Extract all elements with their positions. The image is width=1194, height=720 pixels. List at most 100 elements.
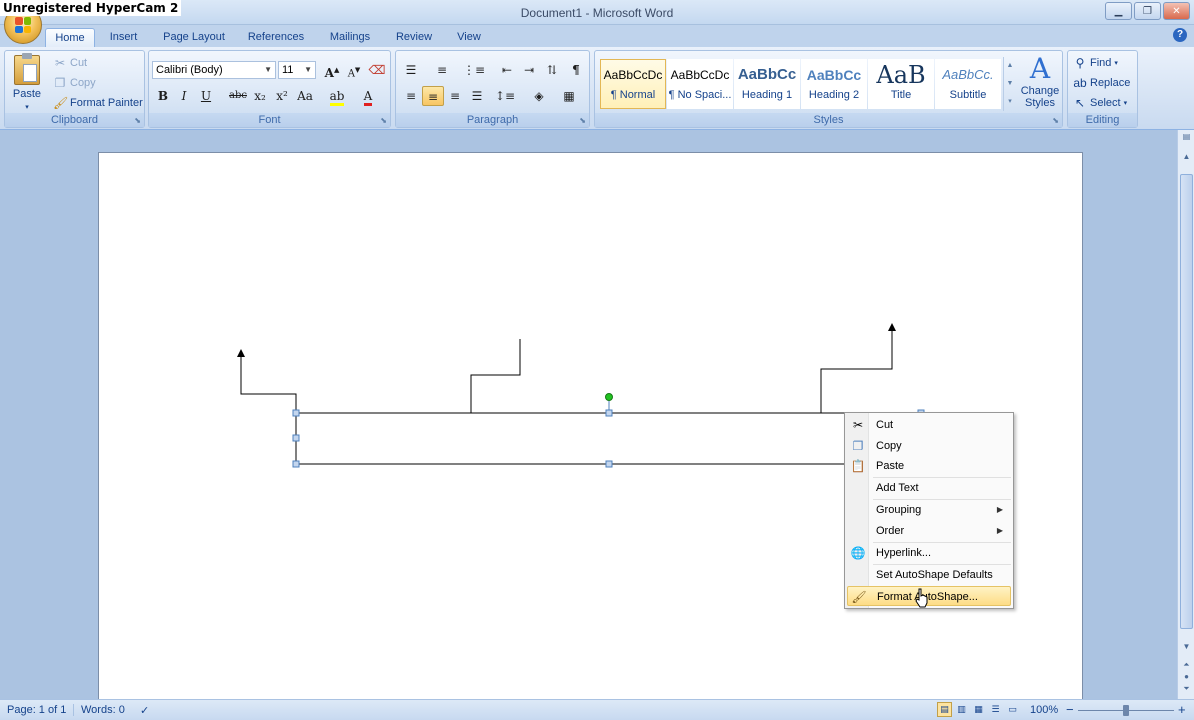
sort-button[interactable]: ⇅ [541, 60, 563, 80]
borders-button[interactable]: ▦ [558, 86, 580, 106]
line-spacing-button[interactable]: ↕≡ [494, 86, 516, 106]
bold-button[interactable]: B [152, 86, 174, 106]
increase-indent-button[interactable]: ⇥ [518, 60, 540, 80]
tab-page-layout[interactable]: Page Layout [157, 28, 231, 47]
menu-item-grouping[interactable]: Grouping ▶ [847, 500, 1011, 520]
style-preview: AaBbCc [737, 66, 797, 83]
web-layout-icon[interactable]: ▦ [971, 702, 986, 717]
grow-font-button[interactable]: A▲ [321, 60, 343, 80]
style-no-spacing[interactable]: AaBbCcDc ¶ No Spaci... [667, 59, 733, 109]
style-normal[interactable]: AaBbCcDc ¶ Normal [600, 59, 666, 109]
dialog-launcher-icon[interactable]: ⬊ [134, 116, 141, 125]
paste-button[interactable]: Paste ▾ [11, 53, 43, 111]
font-color-button[interactable]: A [357, 86, 379, 106]
menu-item-copy[interactable]: ❐ Copy [847, 436, 1011, 456]
tab-view[interactable]: View [449, 28, 489, 47]
resize-handle-top[interactable] [605, 409, 613, 417]
decrease-indent-button[interactable]: ⇤ [496, 60, 518, 80]
change-styles-button[interactable]: A Change Styles [1019, 53, 1061, 110]
clear-formatting-button[interactable]: ⌫ [366, 60, 388, 80]
align-right-button[interactable]: ≡ [444, 86, 466, 106]
font-family-select[interactable]: Calibri (Body) ▼ [152, 61, 276, 79]
menu-item-hyperlink[interactable]: 🌐 Hyperlink... [847, 543, 1011, 563]
rotate-handle[interactable] [605, 393, 613, 401]
previous-page-icon[interactable]: ⏶ [1181, 660, 1192, 670]
show-marks-button[interactable]: ¶ [565, 60, 587, 80]
styles-group-label: Styles [595, 113, 1062, 127]
scroll-up-icon[interactable]: ▲ [1181, 152, 1192, 161]
word-count[interactable]: Words: 0 [73, 704, 125, 716]
zoom-slider-knob[interactable] [1123, 705, 1129, 716]
dialog-launcher-icon[interactable]: ⬊ [380, 116, 387, 125]
align-left-button[interactable]: ≡ [400, 86, 422, 106]
menu-item-paste[interactable]: 📋 Paste [847, 456, 1011, 476]
style-subtitle[interactable]: AaBbCc. Subtitle [935, 59, 1001, 109]
menu-item-order[interactable]: Order ▶ [847, 521, 1011, 541]
page-count[interactable]: Page: 1 of 1 [7, 704, 66, 716]
select-button[interactable]: ↖ Select ▾ [1073, 96, 1127, 110]
rectangle-autoshape[interactable] [295, 412, 852, 465]
multilevel-list-button[interactable]: ⋮≡ [463, 60, 485, 80]
ruler-toggle-icon[interactable]: ▤ [1181, 132, 1192, 141]
vertical-scrollbar[interactable]: ▤ ▲ ▼ ⏶ ● ⏷ [1177, 130, 1194, 699]
menu-item-cut[interactable]: ✂ Cut [847, 415, 1011, 435]
bullets-button[interactable]: ☰ [400, 60, 422, 80]
tab-references[interactable]: References [241, 28, 311, 47]
menu-item-add-text[interactable]: Add Text [847, 478, 1011, 498]
print-layout-icon[interactable]: ▤ [937, 702, 952, 717]
find-button[interactable]: ⚲ Find ▾ [1073, 56, 1118, 70]
font-family-value: Calibri (Body) [156, 64, 223, 76]
help-button[interactable]: ? [1173, 28, 1187, 42]
change-case-button[interactable]: Aa [294, 86, 316, 106]
shrink-font-button[interactable]: A▼ [343, 60, 365, 80]
tab-review[interactable]: Review [389, 28, 439, 47]
scroll-thumb[interactable] [1180, 174, 1193, 629]
browse-object-icon[interactable]: ● [1181, 672, 1192, 681]
cut-button[interactable]: ✂ Cut [53, 56, 87, 70]
styles-gallery-scroll[interactable]: ▲ ▼ ▾ [1003, 57, 1016, 111]
style-title[interactable]: AaB Title [868, 59, 934, 109]
resize-handle-bottom-left[interactable] [292, 460, 300, 468]
minimize-button[interactable]: ▁ [1105, 2, 1132, 20]
strikethrough-button[interactable]: abc [227, 86, 249, 106]
tab-mailings[interactable]: Mailings [321, 28, 379, 47]
copy-button[interactable]: ❐ Copy [53, 76, 96, 90]
elbow-arrow-right[interactable] [820, 323, 896, 413]
elbow-arrow-left[interactable] [237, 349, 297, 413]
shading-button[interactable]: ◈ [528, 86, 550, 106]
resize-handle-bottom[interactable] [605, 460, 613, 468]
font-color-icon: A [363, 89, 373, 106]
underline-button[interactable]: U [195, 86, 217, 106]
tab-insert[interactable]: Insert [101, 28, 146, 47]
outline-icon[interactable]: ☰ [988, 702, 1003, 717]
restore-button[interactable]: ❐ [1134, 2, 1161, 20]
next-page-icon[interactable]: ⏷ [1181, 684, 1192, 694]
numbering-button[interactable]: ≡ [431, 60, 453, 80]
replace-button[interactable]: ab Replace [1073, 76, 1130, 90]
justify-button[interactable]: ☰ [466, 86, 488, 106]
highlight-button[interactable]: ab [326, 86, 348, 106]
dialog-launcher-icon[interactable]: ⬊ [579, 116, 586, 125]
zoom-level[interactable]: 100% [1030, 704, 1058, 716]
align-center-button[interactable]: ≡ [422, 86, 444, 106]
resize-handle-left[interactable] [292, 434, 300, 442]
format-painter-button[interactable]: 🖌 Format Painter [53, 96, 143, 110]
draft-icon[interactable]: ▭ [1005, 702, 1020, 717]
zoom-out-button[interactable]: − [1066, 702, 1074, 717]
tab-home[interactable]: Home [45, 28, 95, 47]
style-heading-2[interactable]: AaBbCc Heading 2 [801, 59, 867, 109]
superscript-button[interactable]: x² [271, 86, 293, 106]
zoom-in-button[interactable]: + [1178, 702, 1186, 717]
proofing-icon[interactable]: ✓ [140, 704, 149, 717]
resize-handle-top-left[interactable] [292, 409, 300, 417]
elbow-connector-middle[interactable] [470, 339, 521, 413]
scroll-down-icon[interactable]: ▼ [1181, 642, 1192, 651]
subscript-button[interactable]: x₂ [249, 86, 271, 106]
menu-item-set-autoshape-defaults[interactable]: Set AutoShape Defaults [847, 565, 1011, 585]
italic-button[interactable]: I [173, 86, 195, 106]
close-button[interactable]: ✕ [1163, 2, 1190, 20]
full-screen-reading-icon[interactable]: ▥ [954, 702, 969, 717]
font-size-select[interactable]: 11 ▼ [278, 61, 316, 79]
dialog-launcher-icon[interactable]: ⬊ [1052, 116, 1059, 125]
style-heading-1[interactable]: AaBbCc Heading 1 [734, 59, 800, 109]
